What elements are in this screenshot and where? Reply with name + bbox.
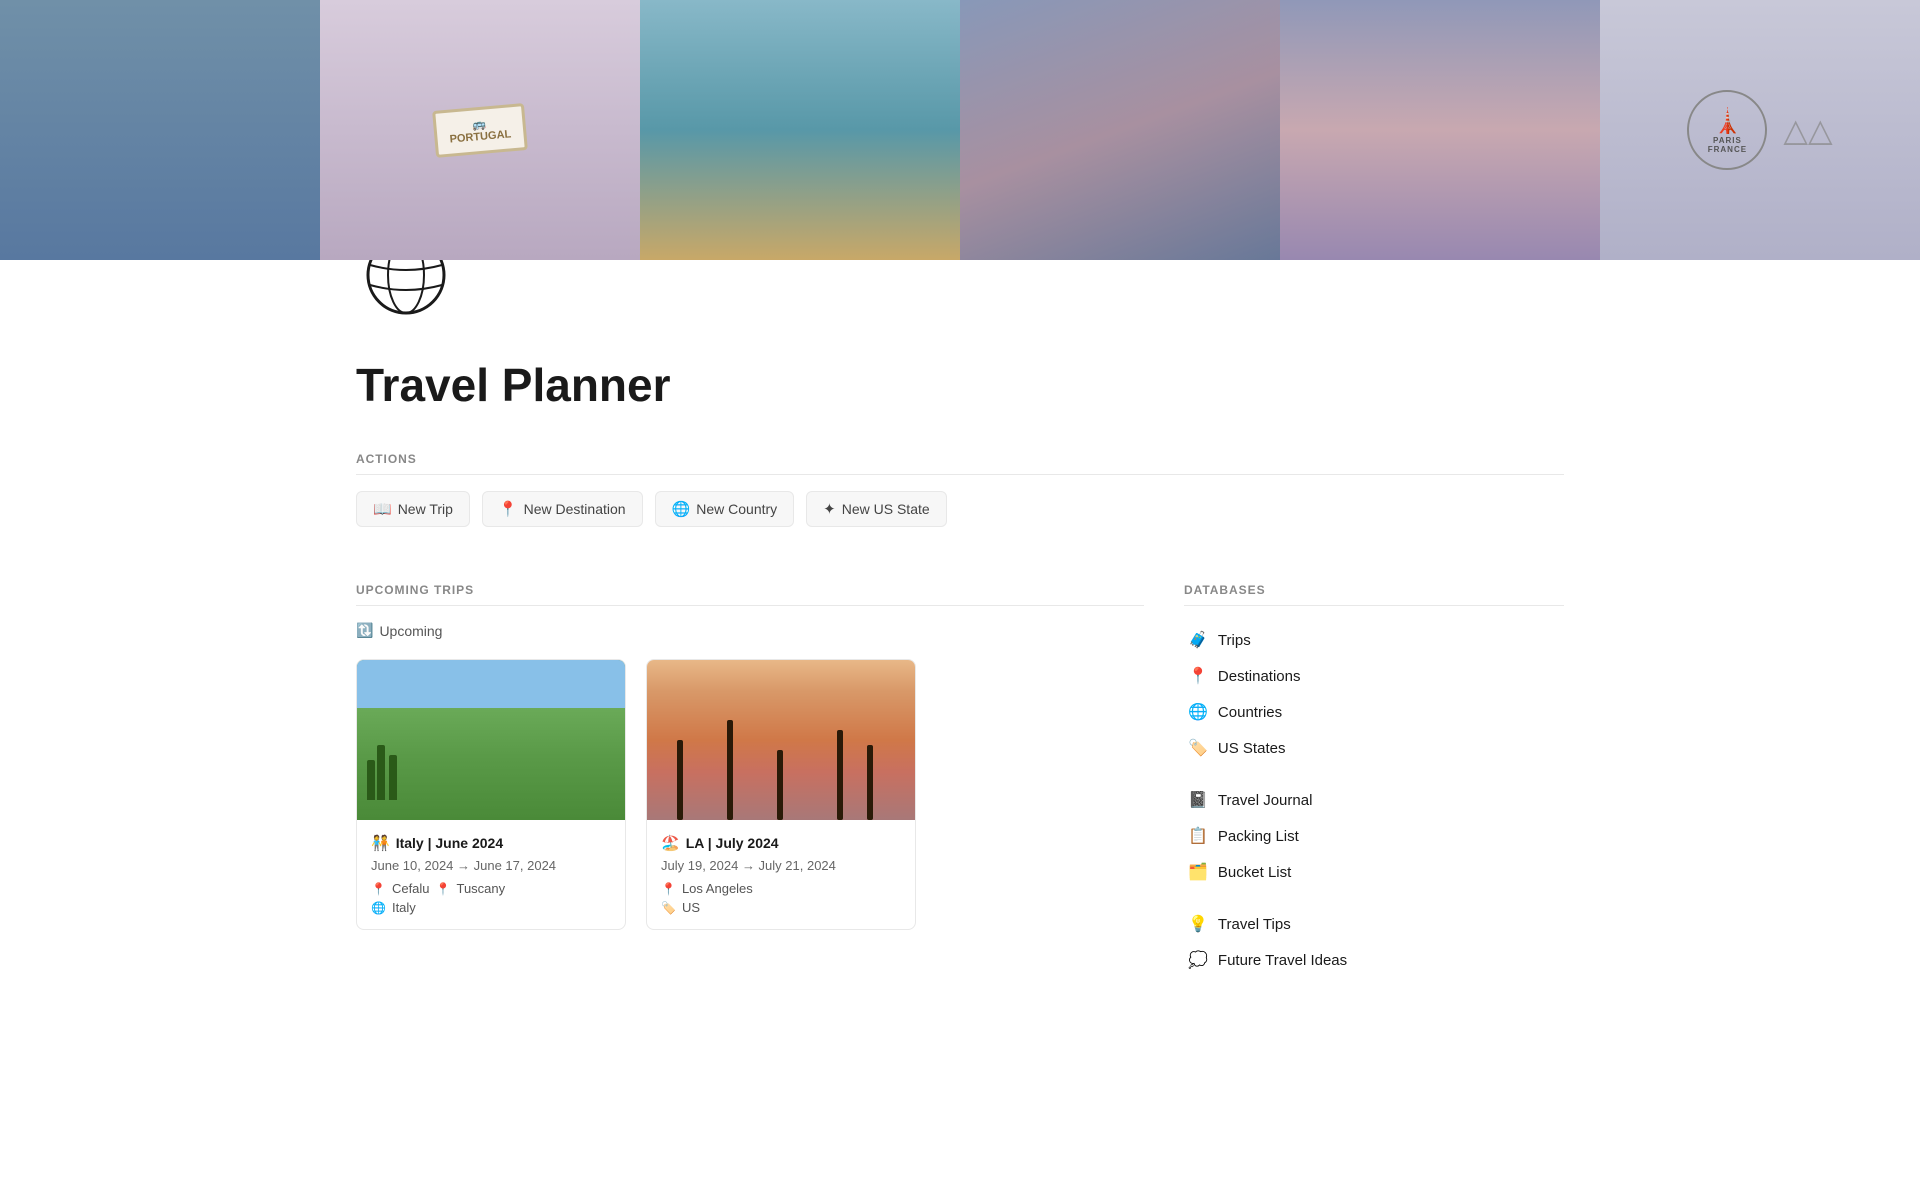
- db-item-travel-journal[interactable]: 📓 Travel Journal: [1184, 782, 1564, 818]
- italy-trip-title: Italy | June 2024: [396, 835, 503, 851]
- actions-row: 📖 New Trip 📍 New Destination 🌐 New Count…: [356, 491, 1564, 535]
- upcoming-trips-header: UPCOMING TRIPS: [356, 575, 1144, 606]
- la-trip-meta: 📍 Los Angeles 🏷️ US: [661, 881, 901, 915]
- italy-trip-meta: 📍 Cefalu 📍 Tuscany 🌐 Italy: [371, 881, 611, 915]
- destinations-icon: 📍: [1188, 666, 1208, 686]
- actions-section-label: ACTIONS: [356, 444, 1564, 475]
- db-item-trips[interactable]: 🧳 Trips: [1184, 622, 1564, 658]
- italy-dest-2: Tuscany: [456, 881, 505, 896]
- trip-card-la[interactable]: 🏖️ LA | July 2024 July 19, 2024 → July 2…: [646, 659, 916, 930]
- main-columns: UPCOMING TRIPS 🔃 Upcoming: [356, 575, 1564, 982]
- db-group-1: 🧳 Trips 📍 Destinations 🌐 Countries 🏷️ US…: [1184, 622, 1564, 766]
- banner-photos: 🚌 PORTUGAL 🗼 PARIS FRANCE △△: [0, 0, 1920, 260]
- db-item-future-travel-ideas[interactable]: 💭 Future Travel Ideas: [1184, 942, 1564, 978]
- la-destination-row: 📍 Los Angeles: [661, 881, 901, 896]
- db-item-packing-list[interactable]: 📋 Packing List: [1184, 818, 1564, 854]
- trip-card-image-italy: [357, 660, 625, 820]
- databases-section: DATABASES 🧳 Trips 📍 Destinations 🌐 Count…: [1184, 575, 1564, 982]
- italy-country: Italy: [392, 900, 416, 915]
- us-states-icon: 🏷️: [1188, 738, 1208, 758]
- banner-photo-1: [0, 0, 320, 260]
- banner-photo-4: [960, 0, 1280, 260]
- travel-tips-icon: 💡: [1188, 914, 1208, 934]
- new-us-state-button[interactable]: ✦ New US State: [806, 491, 947, 527]
- country-icon-la: 🏷️: [661, 901, 676, 915]
- actions-section: ACTIONS 📖 New Trip 📍 New Destination 🌐 N…: [356, 444, 1564, 535]
- travel-journal-label: Travel Journal: [1218, 792, 1312, 809]
- db-group-3: 💡 Travel Tips 💭 Future Travel Ideas: [1184, 906, 1564, 978]
- la-country-row: 🏷️ US: [661, 900, 901, 915]
- trip-card-title-italy: 🧑‍🤝‍🧑 Italy | June 2024: [371, 834, 611, 852]
- la-trip-title: LA | July 2024: [686, 835, 779, 851]
- db-item-destinations[interactable]: 📍 Destinations: [1184, 658, 1564, 694]
- la-trip-emoji: 🏖️: [661, 834, 680, 852]
- db-list: 🧳 Trips 📍 Destinations 🌐 Countries 🏷️ US…: [1184, 622, 1564, 982]
- italy-dest-1: Cefalu: [392, 881, 430, 896]
- la-dest-1: Los Angeles: [682, 881, 753, 896]
- travel-tips-label: Travel Tips: [1218, 916, 1291, 933]
- location-icon-2: 📍: [436, 882, 451, 896]
- italy-destination-1-row: 📍 Cefalu 📍 Tuscany: [371, 881, 611, 896]
- future-travel-ideas-label: Future Travel Ideas: [1218, 952, 1347, 969]
- banner-photo-5: [1280, 0, 1600, 260]
- banner-photo-2: 🚌 PORTUGAL: [320, 0, 640, 260]
- packing-list-icon: 📋: [1188, 826, 1208, 846]
- italy-trip-emoji: 🧑‍🤝‍🧑: [371, 834, 390, 852]
- databases-header: DATABASES: [1184, 575, 1564, 606]
- location-icon-1: 📍: [371, 882, 386, 896]
- new-us-state-label: New US State: [842, 501, 930, 517]
- la-trip-dates: July 19, 2024 → July 21, 2024: [661, 858, 901, 873]
- db-item-travel-tips[interactable]: 💡 Travel Tips: [1184, 906, 1564, 942]
- new-destination-label: New Destination: [524, 501, 626, 517]
- bucket-list-label: Bucket List: [1218, 864, 1291, 881]
- us-states-label: US States: [1218, 740, 1286, 757]
- db-group-2: 📓 Travel Journal 📋 Packing List 🗂️ Bucke…: [1184, 782, 1564, 890]
- countries-icon: 🌐: [1188, 702, 1208, 722]
- packing-list-label: Packing List: [1218, 828, 1299, 845]
- db-divider-1: [1184, 770, 1564, 782]
- db-item-bucket-list[interactable]: 🗂️ Bucket List: [1184, 854, 1564, 890]
- new-country-button[interactable]: 🌐 New Country: [655, 491, 795, 527]
- trip-card-title-la: 🏖️ LA | July 2024: [661, 834, 901, 852]
- countries-label: Countries: [1218, 704, 1282, 721]
- la-country: US: [682, 900, 700, 915]
- trip-card-body-la: 🏖️ LA | July 2024 July 19, 2024 → July 2…: [647, 820, 915, 929]
- new-trip-icon: 📖: [373, 500, 392, 518]
- trips-icon: 🧳: [1188, 630, 1208, 650]
- new-country-label: New Country: [696, 501, 777, 517]
- bucket-list-icon: 🗂️: [1188, 862, 1208, 882]
- filter-label: Upcoming: [379, 623, 442, 639]
- trip-card-image-la: [647, 660, 915, 820]
- db-item-us-states[interactable]: 🏷️ US States: [1184, 730, 1564, 766]
- future-travel-ideas-icon: 💭: [1188, 950, 1208, 970]
- db-item-countries[interactable]: 🌐 Countries: [1184, 694, 1564, 730]
- page-title: Travel Planner: [356, 350, 1564, 412]
- italy-trip-dates: June 10, 2024 → June 17, 2024: [371, 858, 611, 873]
- trips-label: Trips: [1218, 632, 1251, 649]
- filter-icon: 🔃: [356, 622, 373, 639]
- filter-row[interactable]: 🔃 Upcoming: [356, 622, 1144, 639]
- trips-grid: 🧑‍🤝‍🧑 Italy | June 2024 June 10, 2024 → …: [356, 659, 1144, 930]
- new-country-icon: 🌐: [672, 500, 691, 518]
- new-trip-button[interactable]: 📖 New Trip: [356, 491, 470, 527]
- country-icon-italy: 🌐: [371, 901, 386, 915]
- banner-photo-3: [640, 0, 960, 260]
- new-us-state-icon: ✦: [823, 500, 836, 518]
- destinations-label: Destinations: [1218, 668, 1301, 685]
- banner: 🚌 PORTUGAL 🗼 PARIS FRANCE △△: [0, 0, 1920, 260]
- upcoming-section: UPCOMING TRIPS 🔃 Upcoming: [356, 575, 1144, 930]
- location-icon-la: 📍: [661, 882, 676, 896]
- trip-card-italy[interactable]: 🧑‍🤝‍🧑 Italy | June 2024 June 10, 2024 → …: [356, 659, 626, 930]
- new-trip-label: New Trip: [398, 501, 453, 517]
- new-destination-button[interactable]: 📍 New Destination: [482, 491, 643, 527]
- trip-card-body-italy: 🧑‍🤝‍🧑 Italy | June 2024 June 10, 2024 → …: [357, 820, 625, 929]
- page-content: Travel Planner ACTIONS 📖 New Trip 📍 New …: [260, 220, 1660, 982]
- italy-country-row: 🌐 Italy: [371, 900, 611, 915]
- db-divider-2: [1184, 894, 1564, 906]
- banner-photo-6: 🗼 PARIS FRANCE △△: [1600, 0, 1920, 260]
- new-destination-icon: 📍: [499, 500, 518, 518]
- travel-journal-icon: 📓: [1188, 790, 1208, 810]
